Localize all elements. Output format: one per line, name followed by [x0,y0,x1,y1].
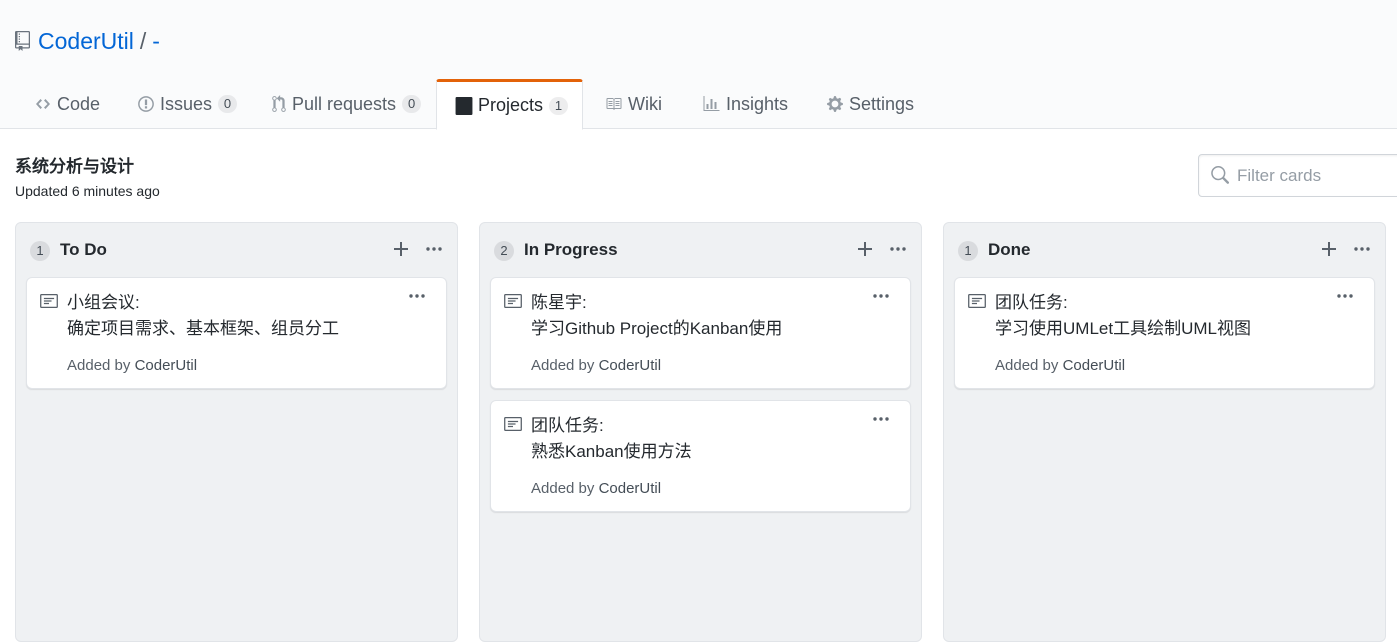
kebab-horizontal-icon [409,294,425,298]
column-header: 1 To Do [16,223,457,277]
card-meta: Added by CoderUtil [531,480,661,497]
repo-header: CoderUtil / - Code Issues 0 Pull request… [0,0,1397,130]
filter-cards-field[interactable] [1198,154,1397,197]
tab-insights[interactable]: Insights [702,79,788,129]
column-done: 1 Done 团队任务: 学习使用UMLet工具绘制UML视图 Added by… [943,222,1386,642]
repo-title: CoderUtil / - [14,26,160,56]
card-title: 陈星宇: [531,293,587,312]
tab-settings[interactable]: Settings [826,79,914,129]
gear-icon [827,96,843,112]
project-card[interactable]: 小组会议: 确定项目需求、基本框架、组员分工 Added by CoderUti… [26,277,447,389]
tab-code-label: Code [57,93,101,114]
tab-insights-label: Insights [726,93,789,114]
tab-projects-label: Projects [478,95,544,115]
card-author-link[interactable]: CoderUtil [599,357,662,374]
repo-name-link[interactable]: - [152,28,160,55]
tab-settings-label: Settings [849,93,915,114]
card-title: 团队任务: [995,293,1068,312]
added-by-label: Added by [531,480,599,497]
card-author-link[interactable]: CoderUtil [135,357,198,374]
card-menu-button[interactable] [1334,288,1356,304]
kebab-horizontal-icon [1354,247,1370,251]
added-by-label: Added by [531,357,599,374]
kebab-horizontal-icon [873,417,889,421]
tab-pull-requests-label: Pull requests [292,93,397,114]
repo-icon [14,31,31,51]
column-header: 2 In Progress [480,223,921,277]
note-icon [40,294,58,308]
kebab-horizontal-icon [426,247,442,251]
issue-icon [138,96,154,112]
project-title: 系统分析与设计 [15,157,134,176]
card-author-link[interactable]: CoderUtil [599,480,662,497]
column-menu-button[interactable] [1351,239,1373,259]
tab-wiki[interactable]: Wiki [604,79,662,129]
column-to-do: 1 To Do 小组会议: 确定项目需求、基本框架、组员分工 Added by … [15,222,458,642]
card-menu-button[interactable] [870,288,892,304]
column-name: Done [988,240,1031,259]
column-name: In Progress [524,240,618,259]
card-title: 团队任务: [531,416,604,435]
graph-icon [703,96,720,111]
projects-counter: 1 [549,96,569,115]
column-menu-button[interactable] [423,239,445,259]
column-card-count: 1 [30,241,50,261]
column-name: To Do [60,240,107,259]
card-title: 小组会议: [67,293,140,312]
card-note-text: 团队任务: 熟悉Kanban使用方法 [531,413,692,465]
tab-issues[interactable]: Issues 0 [137,79,238,129]
column-card-count: 1 [958,241,978,261]
kebab-horizontal-icon [873,294,889,298]
card-note-text: 小组会议: 确定项目需求、基本框架、组员分工 [67,290,339,342]
tab-issues-label: Issues [160,93,213,114]
card-body: 学习Github Project的Kanban使用 [531,319,783,338]
card-meta: Added by CoderUtil [531,357,661,374]
kebab-horizontal-icon [890,247,906,251]
card-menu-button[interactable] [870,411,892,427]
add-card-button[interactable] [391,239,411,259]
tab-code[interactable]: Code [34,79,100,129]
repo-owner-link[interactable]: CoderUtil [38,28,134,55]
card-note-text: 团队任务: 学习使用UMLet工具绘制UML视图 [995,290,1251,342]
project-card[interactable]: 团队任务: 学习使用UMLet工具绘制UML视图 Added by CoderU… [954,277,1375,389]
card-note-text: 陈星宇: 学习Github Project的Kanban使用 [531,290,782,342]
card-menu-button[interactable] [406,288,428,304]
card-author-link[interactable]: CoderUtil [1063,357,1126,374]
card-body: 熟悉Kanban使用方法 [531,442,692,461]
book-icon [606,98,622,110]
card-meta: Added by CoderUtil [67,357,197,374]
project-updated-time: Updated 6 minutes ago [15,183,160,199]
added-by-label: Added by [67,357,135,374]
column-card-count: 2 [494,241,514,261]
project-card[interactable]: 陈星宇: 学习Github Project的Kanban使用 Added by … [490,277,911,389]
pull-request-icon [272,95,286,112]
column-in-progress: 2 In Progress 陈星宇: 学习Github Project的Kanb… [479,222,922,642]
added-by-label: Added by [995,357,1063,374]
search-icon [1211,166,1229,184]
column-header: 1 Done [944,223,1385,277]
filter-cards-input[interactable] [1237,165,1387,186]
repo-separator: / [139,27,147,54]
note-icon [968,294,986,308]
issues-counter: 0 [218,95,238,113]
plus-icon [394,242,408,256]
pull-requests-counter: 0 [402,95,422,113]
kebab-horizontal-icon [1337,294,1353,298]
card-body: 学习使用UMLet工具绘制UML视图 [995,319,1251,338]
plus-icon [858,242,872,256]
plus-icon [1322,242,1336,256]
tab-projects[interactable]: Projects 1 [436,79,583,130]
column-menu-button[interactable] [887,239,909,259]
add-card-button[interactable] [855,239,875,259]
code-icon [36,99,50,109]
card-meta: Added by CoderUtil [995,357,1125,374]
project-card[interactable]: 团队任务: 熟悉Kanban使用方法 Added by CoderUtil [490,400,911,512]
add-card-button[interactable] [1319,239,1339,259]
tab-wiki-label: Wiki [628,93,662,114]
card-body: 确定项目需求、基本框架、组员分工 [67,319,339,338]
note-icon [504,417,522,431]
tab-pull-requests[interactable]: Pull requests 0 [271,79,422,129]
note-icon [504,294,522,308]
project-icon [455,96,473,115]
